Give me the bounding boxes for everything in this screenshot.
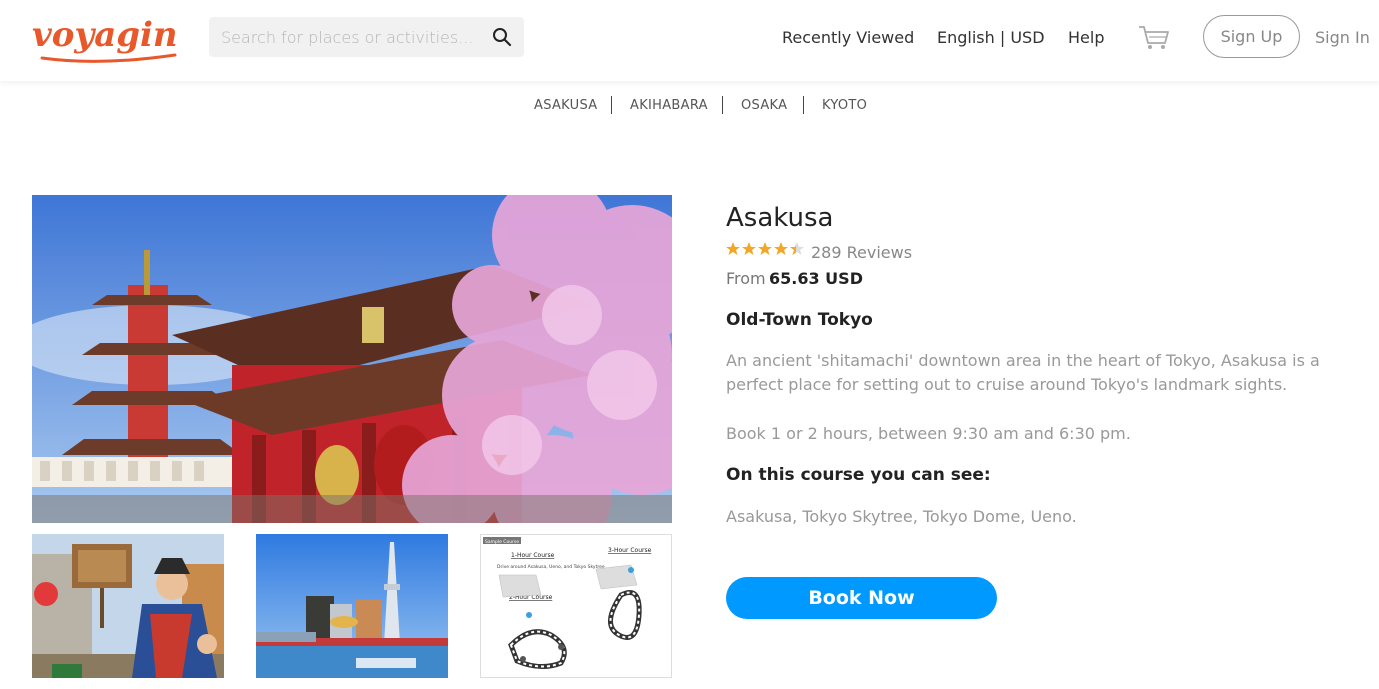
map-three-hour-title: 3-Hour Course [608, 547, 652, 554]
map-tag: Sample Course [485, 539, 519, 545]
course-heading: On this course you can see: [726, 465, 991, 485]
thumbnail-statue[interactable] [32, 534, 224, 678]
logo-text: voyagin [32, 15, 178, 55]
search-input[interactable] [209, 17, 479, 57]
course-sights: Asakusa, Tokyo Skytree, Tokyo Dome, Ueno… [726, 507, 1077, 526]
logo-wordmark: voyagin [32, 15, 178, 63]
sign-in-link[interactable]: Sign In [1315, 28, 1370, 47]
map-one-hour-title: 1-Hour Course [511, 552, 555, 559]
thumbnail-skytree[interactable] [256, 534, 448, 678]
map-one-hour-desc: Drive around Asakusa, Ueno, and Tokyo Sk… [497, 564, 605, 570]
thumbnail-course-map[interactable]: Sample Course 1-Hour Course Drive around… [480, 534, 672, 678]
review-count[interactable]: 289 Reviews [811, 243, 912, 262]
search-icon[interactable] [492, 27, 512, 47]
subnav-item-akihabara[interactable]: AKIHABARA [630, 98, 708, 113]
search-bar [209, 17, 524, 57]
booking-info: Book 1 or 2 hours, between 9:30 am and 6… [726, 424, 1131, 443]
nav-language-currency[interactable]: English | USD [937, 28, 1045, 47]
area-subnav: ASAKUSA AKIHABARA OSAKA KYOTO [0, 96, 1379, 118]
site-header: voyagin Recently Viewed English | USD He… [0, 0, 1379, 81]
subnav-divider [803, 96, 804, 114]
price-prefix: From [726, 269, 766, 288]
product-title: Asakusa [726, 203, 834, 233]
subnav-item-osaka[interactable]: OSAKA [741, 98, 787, 113]
subnav-item-asakusa[interactable]: ASAKUSA [534, 98, 597, 113]
sign-up-button[interactable]: Sign Up [1203, 15, 1300, 58]
subnav-divider [722, 96, 723, 114]
nav-help[interactable]: Help [1068, 28, 1104, 47]
book-now-button[interactable]: Book Now [726, 577, 997, 619]
price-value: 65.63 USD [769, 269, 863, 288]
product-description: An ancient 'shitamachi' downtown area in… [726, 351, 1320, 394]
nav-recently-viewed[interactable]: Recently Viewed [782, 28, 914, 47]
product-subtitle: Old-Town Tokyo [726, 310, 873, 330]
hero-image-sensoji[interactable] [32, 195, 672, 523]
subnav-divider [611, 96, 612, 114]
subnav-item-kyoto[interactable]: KYOTO [822, 98, 867, 113]
cart-icon[interactable] [1138, 25, 1170, 51]
rating-stars [726, 242, 804, 255]
voyagin-logo[interactable]: voyagin [30, 8, 180, 66]
